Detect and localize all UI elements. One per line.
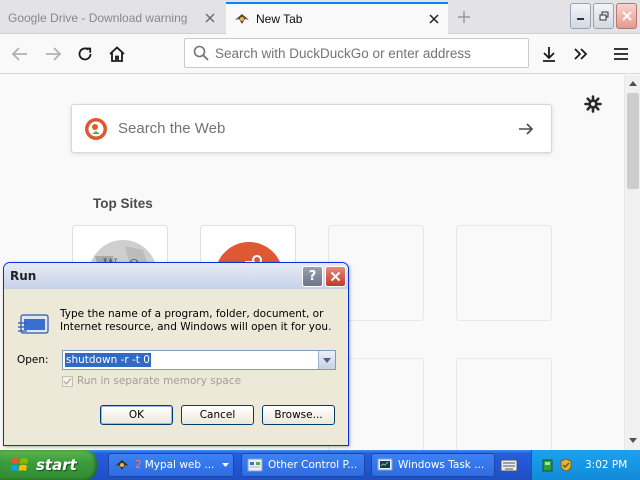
cancel-button[interactable]: Cancel xyxy=(181,405,254,425)
task-manager-icon xyxy=(377,457,393,473)
tab-title: Google Drive - Download warning xyxy=(8,11,188,25)
chevron-down-icon xyxy=(222,463,229,467)
taskbar-button-label: Windows Task ... xyxy=(398,459,485,471)
quick-launch-button[interactable] xyxy=(500,456,518,474)
home-icon xyxy=(109,46,125,62)
scrollbar-thumb[interactable] xyxy=(627,93,639,189)
taskbar: start 2 Mypal web ... Other Control P...… xyxy=(0,450,640,480)
run-description: Type the name of a program, folder, docu… xyxy=(60,308,332,333)
back-button[interactable] xyxy=(4,38,36,70)
clock[interactable]: 3:02 PM xyxy=(585,459,627,471)
combo-dropdown-button[interactable] xyxy=(318,351,335,369)
dialog-close-button[interactable] xyxy=(325,265,346,287)
security-tray-icon[interactable] xyxy=(559,458,573,472)
control-panel-icon xyxy=(247,457,263,473)
gear-icon xyxy=(584,95,602,113)
customize-gear-button[interactable] xyxy=(583,94,603,114)
new-tab-button[interactable] xyxy=(452,5,476,29)
taskbar-button-task-manager[interactable]: Windows Task ... xyxy=(371,453,495,477)
separate-memory-checkbox: Run in separate memory space xyxy=(62,375,241,387)
navigation-toolbar xyxy=(0,34,640,74)
top-site-tile-empty[interactable] xyxy=(456,225,552,321)
open-input-value[interactable]: shutdown -r -t 0 xyxy=(65,353,151,367)
tab-title: New Tab xyxy=(256,12,303,26)
taskbar-button-label: Other Control P... xyxy=(268,459,358,471)
restore-button[interactable] xyxy=(593,3,614,29)
chevron-up-icon xyxy=(629,81,637,86)
search-icon xyxy=(193,45,209,61)
run-dialog: Run ? Type the name of a program, folder… xyxy=(3,262,349,446)
home-button[interactable] xyxy=(101,38,133,70)
overflow-menu-button[interactable] xyxy=(565,38,597,70)
top-sites-heading: Top Sites xyxy=(93,196,153,211)
taskbar-button-label: Mypal web ... xyxy=(144,459,215,471)
reload-icon xyxy=(78,47,92,61)
address-bar[interactable] xyxy=(184,38,529,68)
dialog-title: Run xyxy=(10,269,37,283)
web-search-input[interactable] xyxy=(118,120,511,137)
windows-logo-icon xyxy=(10,458,28,471)
window-controls xyxy=(570,3,637,29)
open-combobox[interactable]: shutdown -r -t 0 xyxy=(62,350,336,370)
download-icon xyxy=(543,47,555,62)
top-site-tile-empty[interactable] xyxy=(456,358,552,450)
taskbar-button-mypal[interactable]: 2 Mypal web ... xyxy=(108,453,234,477)
restore-icon xyxy=(599,11,608,21)
close-tab-icon[interactable] xyxy=(424,9,444,29)
window-count-badge: 2 xyxy=(135,459,142,471)
scroll-up-button[interactable] xyxy=(626,76,640,90)
forward-arrow-icon xyxy=(46,47,62,61)
tab-new-tab[interactable]: New Tab xyxy=(226,2,448,34)
mypal-icon xyxy=(234,11,250,27)
forward-button[interactable] xyxy=(37,38,69,70)
minimize-icon xyxy=(577,17,584,20)
tab-google-drive[interactable]: Google Drive - Download warning xyxy=(0,2,224,34)
ok-button[interactable]: OK xyxy=(100,405,173,425)
close-icon xyxy=(330,271,341,281)
network-tray-icon[interactable] xyxy=(541,458,553,472)
close-icon xyxy=(621,11,632,21)
plus-icon xyxy=(458,11,470,23)
double-chevron-icon xyxy=(574,48,588,60)
close-window-button[interactable] xyxy=(616,3,637,29)
page-scrollbar[interactable] xyxy=(624,75,640,450)
scroll-down-button[interactable] xyxy=(626,434,640,448)
reload-button[interactable] xyxy=(69,38,101,70)
minimize-button[interactable] xyxy=(570,3,591,29)
run-dialog-titlebar[interactable]: Run ? xyxy=(4,263,348,289)
system-tray: 3:02 PM xyxy=(531,450,640,480)
start-button[interactable]: start xyxy=(0,450,97,480)
taskbar-button-control-panel[interactable]: Other Control P... xyxy=(241,453,365,477)
mypal-icon xyxy=(114,457,130,473)
chevron-down-icon xyxy=(323,357,331,363)
start-label: start xyxy=(36,456,77,474)
downloads-button[interactable] xyxy=(533,38,565,70)
help-button[interactable]: ? xyxy=(302,265,323,287)
back-arrow-icon xyxy=(11,47,27,61)
browse-button[interactable]: Browse... xyxy=(262,405,335,425)
tab-strip: Google Drive - Download warning New Tab xyxy=(0,0,640,34)
hamburger-menu-button[interactable] xyxy=(605,38,637,70)
arrow-right-icon xyxy=(519,122,534,135)
keyboard-icon xyxy=(500,459,518,472)
close-tab-icon[interactable] xyxy=(200,8,220,28)
chevron-down-icon xyxy=(629,438,637,443)
check-icon xyxy=(63,377,72,385)
run-program-icon xyxy=(18,313,50,337)
duckduckgo-logo-icon xyxy=(84,117,108,141)
checkbox-label: Run in separate memory space xyxy=(77,375,242,387)
checkbox-box xyxy=(62,375,73,387)
hamburger-icon xyxy=(614,48,628,60)
address-input[interactable] xyxy=(215,45,528,61)
search-submit-button[interactable] xyxy=(511,114,541,144)
open-label: Open: xyxy=(17,354,49,366)
web-search-box[interactable] xyxy=(71,104,552,153)
